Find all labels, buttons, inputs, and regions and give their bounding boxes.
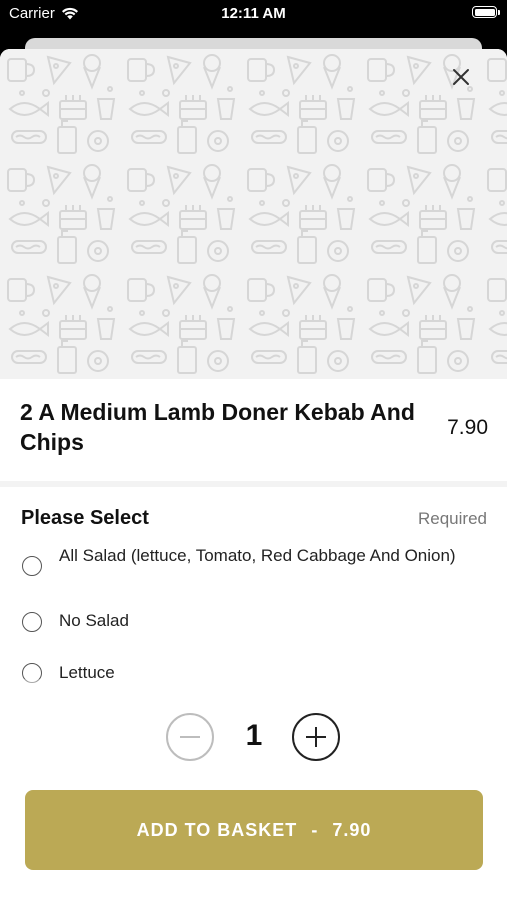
hero-image	[0, 49, 507, 379]
radio-button[interactable]	[22, 612, 42, 632]
add-to-basket-button[interactable]: ADD TO BASKET - 7.90	[25, 790, 483, 870]
item-price: 7.90	[447, 416, 488, 439]
scroll-fade	[0, 679, 507, 691]
item-title: 2 A Medium Lamb Doner Kebab And Chips	[20, 399, 415, 455]
options-group-title: Please Select	[21, 507, 149, 529]
minus-icon	[180, 736, 200, 738]
option-no-salad[interactable]: No Salad	[0, 605, 507, 641]
battery-icon	[472, 6, 500, 18]
add-button-label: ADD TO BASKET	[136, 819, 298, 840]
quantity-stepper: 1	[0, 711, 507, 763]
close-button[interactable]	[451, 67, 479, 95]
radio-button[interactable]	[22, 556, 42, 576]
item-header: 2 A Medium Lamb Doner Kebab And Chips 7.…	[0, 379, 507, 481]
add-button-price: 7.90	[332, 819, 372, 840]
option-label: No Salad	[59, 611, 129, 630]
screen: Carrier 12:11 AM 2 A Medium Lamb Doner K…	[0, 0, 507, 900]
required-label: Required	[418, 509, 487, 528]
status-bar: Carrier 12:11 AM	[0, 0, 507, 30]
options-group: Please Select Required All Salad (lettuc…	[0, 487, 507, 691]
quantity-value: 1	[245, 719, 263, 752]
food-doodle-pattern-icon	[0, 49, 507, 379]
add-button-separator: -	[311, 819, 319, 840]
option-label: All Salad (lettuce, Tomato, Red Cabbage …	[59, 546, 456, 565]
plus-icon	[306, 727, 326, 747]
item-modal: 2 A Medium Lamb Doner Kebab And Chips 7.…	[0, 49, 507, 900]
status-time: 12:11 AM	[221, 5, 286, 22]
decrease-quantity-button[interactable]	[166, 713, 214, 761]
close-icon	[453, 69, 469, 85]
increase-quantity-button[interactable]	[292, 713, 340, 761]
option-all-salad[interactable]: All Salad (lettuce, Tomato, Red Cabbage …	[0, 543, 507, 591]
